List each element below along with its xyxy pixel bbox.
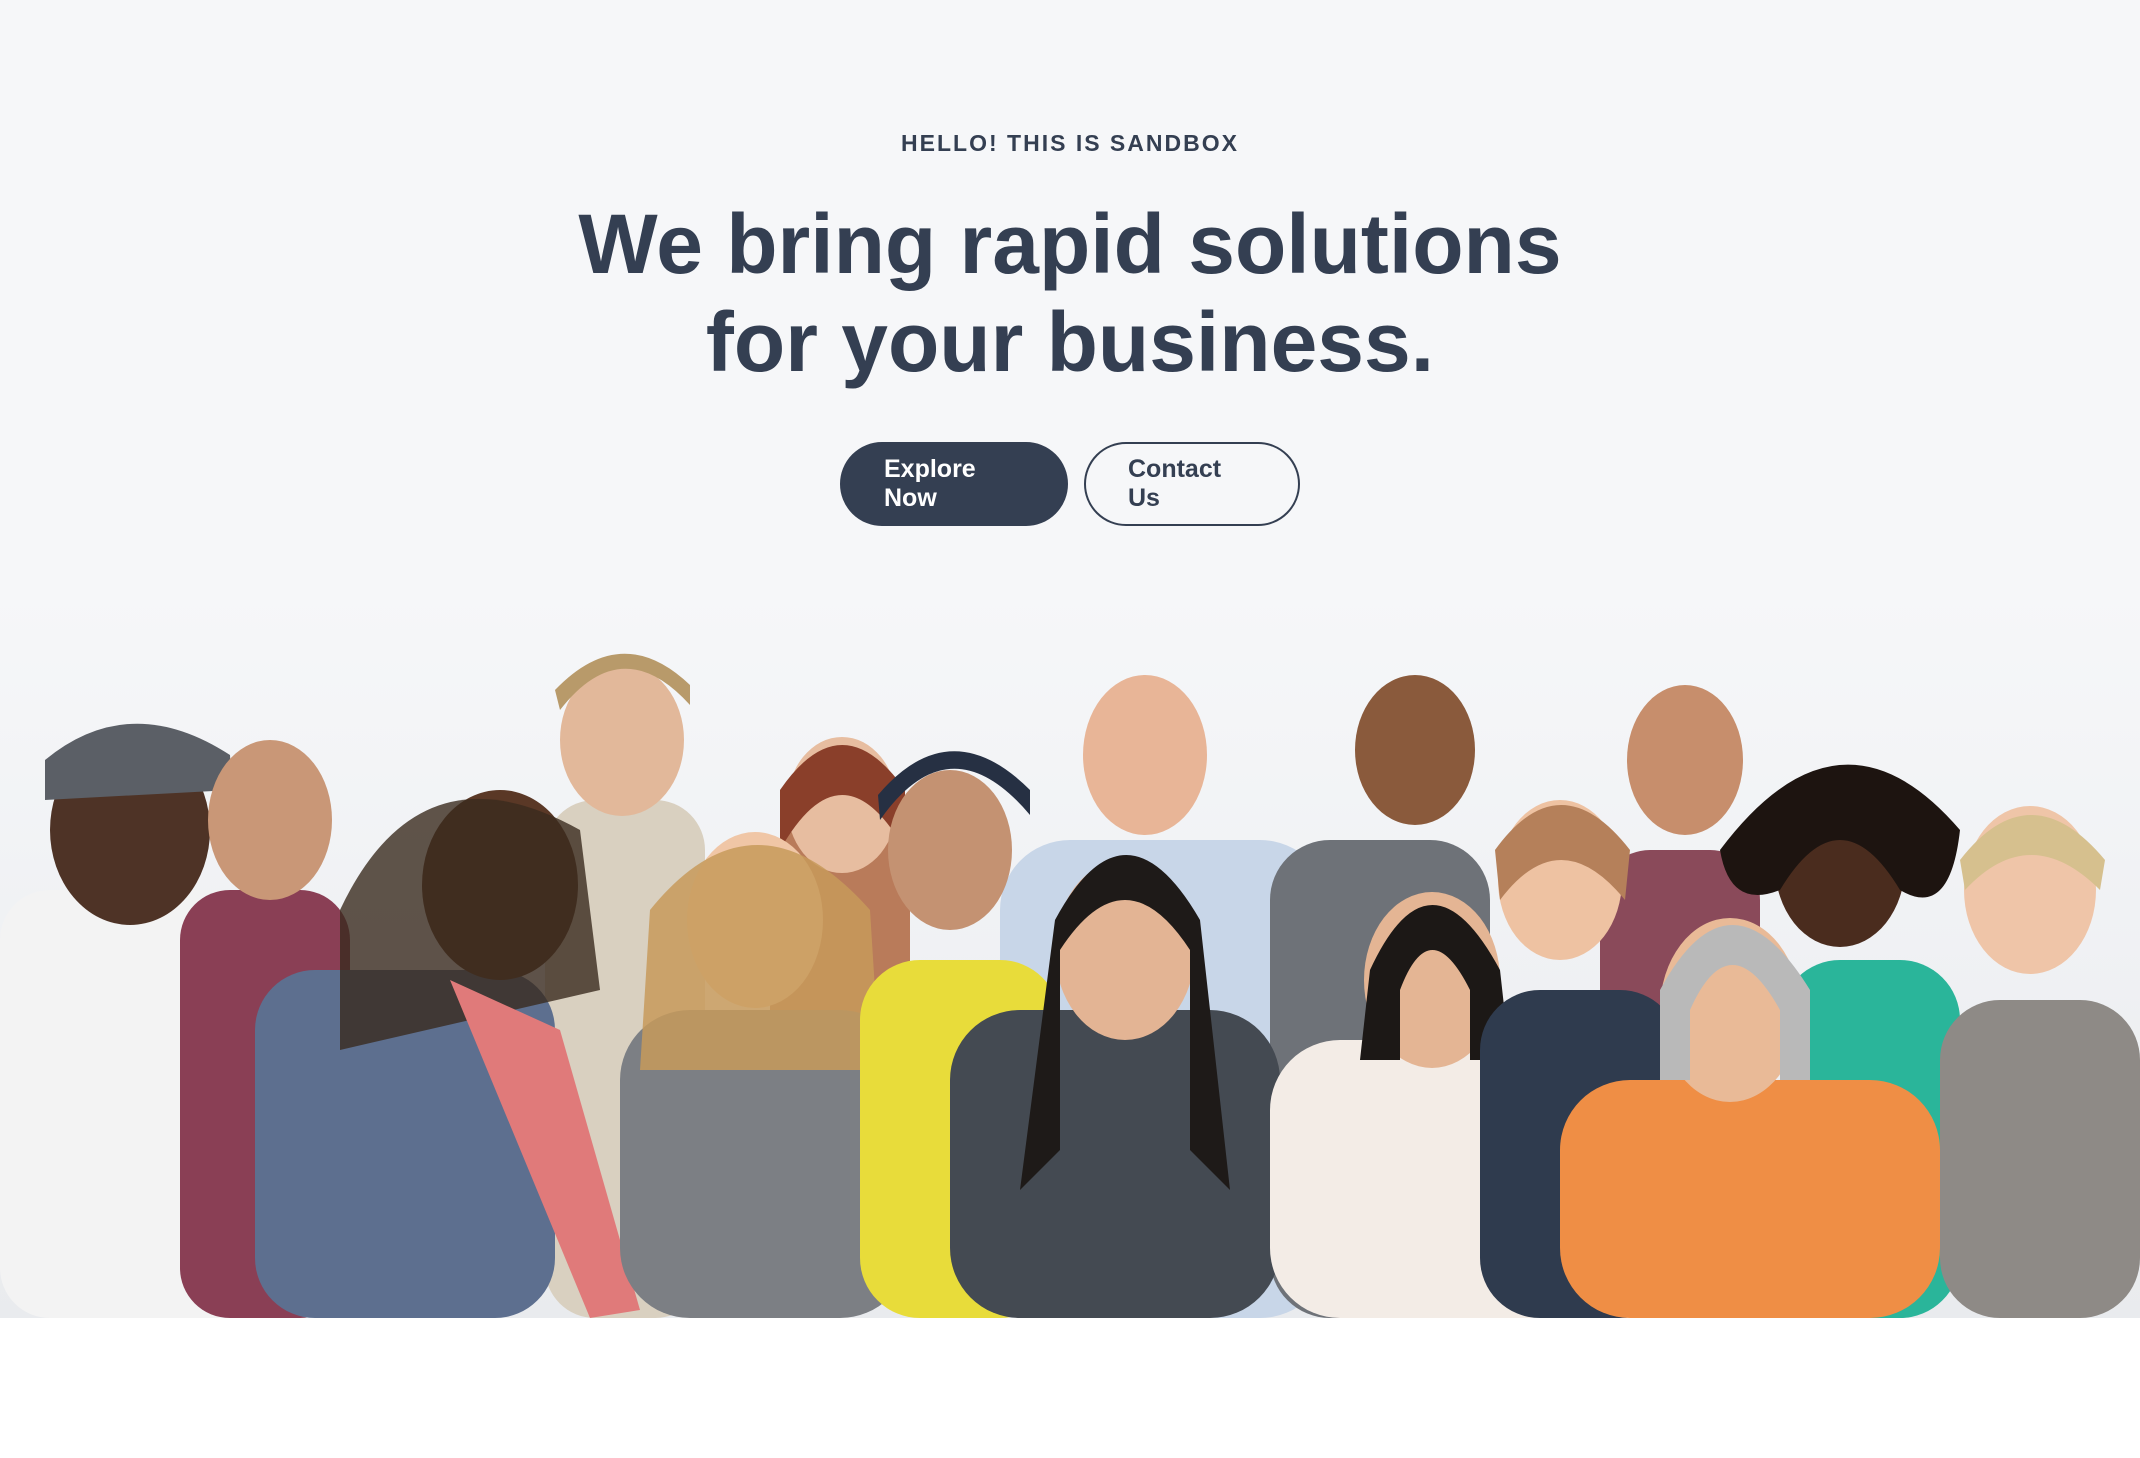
contact-us-button[interactable]: Contact Us xyxy=(1084,442,1300,526)
hero-section: HELLO! THIS IS SANDBOX We bring rapid so… xyxy=(0,0,2140,1318)
hero-buttons: Explore Now Contact Us xyxy=(0,442,2140,526)
hero-headline: We bring rapid solutions for your busine… xyxy=(420,195,1720,391)
hero-headline-line2: for your business. xyxy=(705,295,1435,389)
hero-headline-line1: We bring rapid solutions xyxy=(578,197,1562,291)
explore-now-button[interactable]: Explore Now xyxy=(840,442,1068,526)
team-group-photo xyxy=(0,590,2140,1318)
hero-eyebrow: HELLO! THIS IS SANDBOX xyxy=(901,130,1239,156)
